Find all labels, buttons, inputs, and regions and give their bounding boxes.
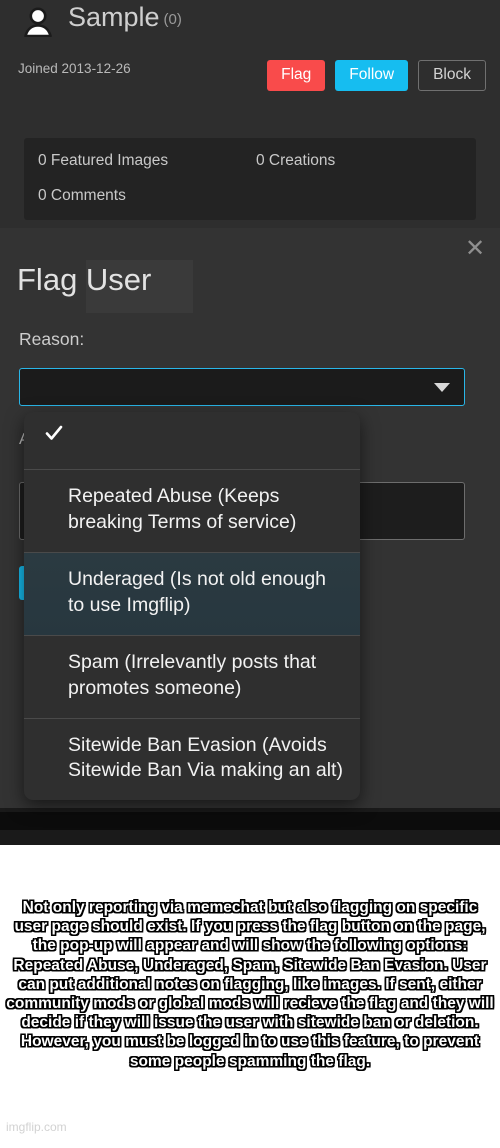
meme-caption-area: Not only reporting via memechat but also… — [0, 845, 500, 1148]
dropdown-option-spam[interactable]: Spam (Irrelevantly posts that promotes s… — [24, 636, 360, 719]
dropdown-option-label: Repeated Abuse (Keeps breaking Terms of … — [68, 485, 297, 533]
screenshot-region: Sample (0) Joined 2013-12-26 Flag Follow … — [0, 0, 500, 845]
stat-featured-images[interactable]: 0 Featured Images — [38, 152, 168, 170]
dropdown-option-label: Underaged (Is not old enough to use Imgf… — [68, 567, 327, 616]
checkmark-icon — [44, 423, 64, 443]
reason-label: Reason: — [19, 329, 85, 349]
modal-title: Flag User — [17, 262, 152, 297]
joined-date: Joined 2013-12-26 — [18, 61, 131, 76]
follow-button[interactable]: Follow — [335, 60, 409, 91]
profile-action-buttons: Flag Follow Block — [267, 60, 486, 91]
username-post-count: (0) — [163, 11, 182, 28]
background-dark-band — [0, 812, 500, 830]
dropdown-option-repeated-abuse[interactable]: Repeated Abuse (Keeps breaking Terms of … — [24, 470, 360, 553]
stat-creations[interactable]: 0 Creations — [256, 152, 335, 170]
dropdown-option-label: Sitewide Ban Evasion (Avoids Sitewide Ba… — [68, 733, 343, 782]
username-text: Sample — [68, 2, 160, 32]
close-icon[interactable]: ✕ — [463, 237, 487, 262]
dropdown-option-sitewide-ban-evasion[interactable]: Sitewide Ban Evasion (Avoids Sitewide Ba… — [24, 719, 360, 801]
profile-header: Sample (0) Joined 2013-12-26 Flag Follow … — [0, 0, 500, 120]
reason-select[interactable] — [19, 368, 465, 406]
meme-caption-text: Not only reporting via memechat but also… — [6, 899, 494, 1070]
profile-stats-panel: 0 Featured Images 0 Creations 0 Comments — [24, 138, 476, 220]
dropdown-option-underaged[interactable]: Underaged (Is not old enough to use Imgf… — [24, 552, 360, 636]
user-avatar-icon — [22, 5, 54, 38]
chevron-down-icon — [434, 383, 450, 392]
page-title: Sample (0) — [68, 2, 182, 33]
stat-comments[interactable]: 0 Comments — [38, 187, 126, 205]
dropdown-option-empty[interactable] — [24, 412, 360, 470]
block-button[interactable]: Block — [418, 60, 486, 91]
dropdown-option-label: Spam (Irrelevantly posts that promotes s… — [68, 650, 317, 699]
reason-dropdown-list: Repeated Abuse (Keeps breaking Terms of … — [24, 412, 360, 801]
imgflip-watermark: imgflip.com — [6, 1120, 67, 1134]
flag-button[interactable]: Flag — [267, 60, 326, 91]
